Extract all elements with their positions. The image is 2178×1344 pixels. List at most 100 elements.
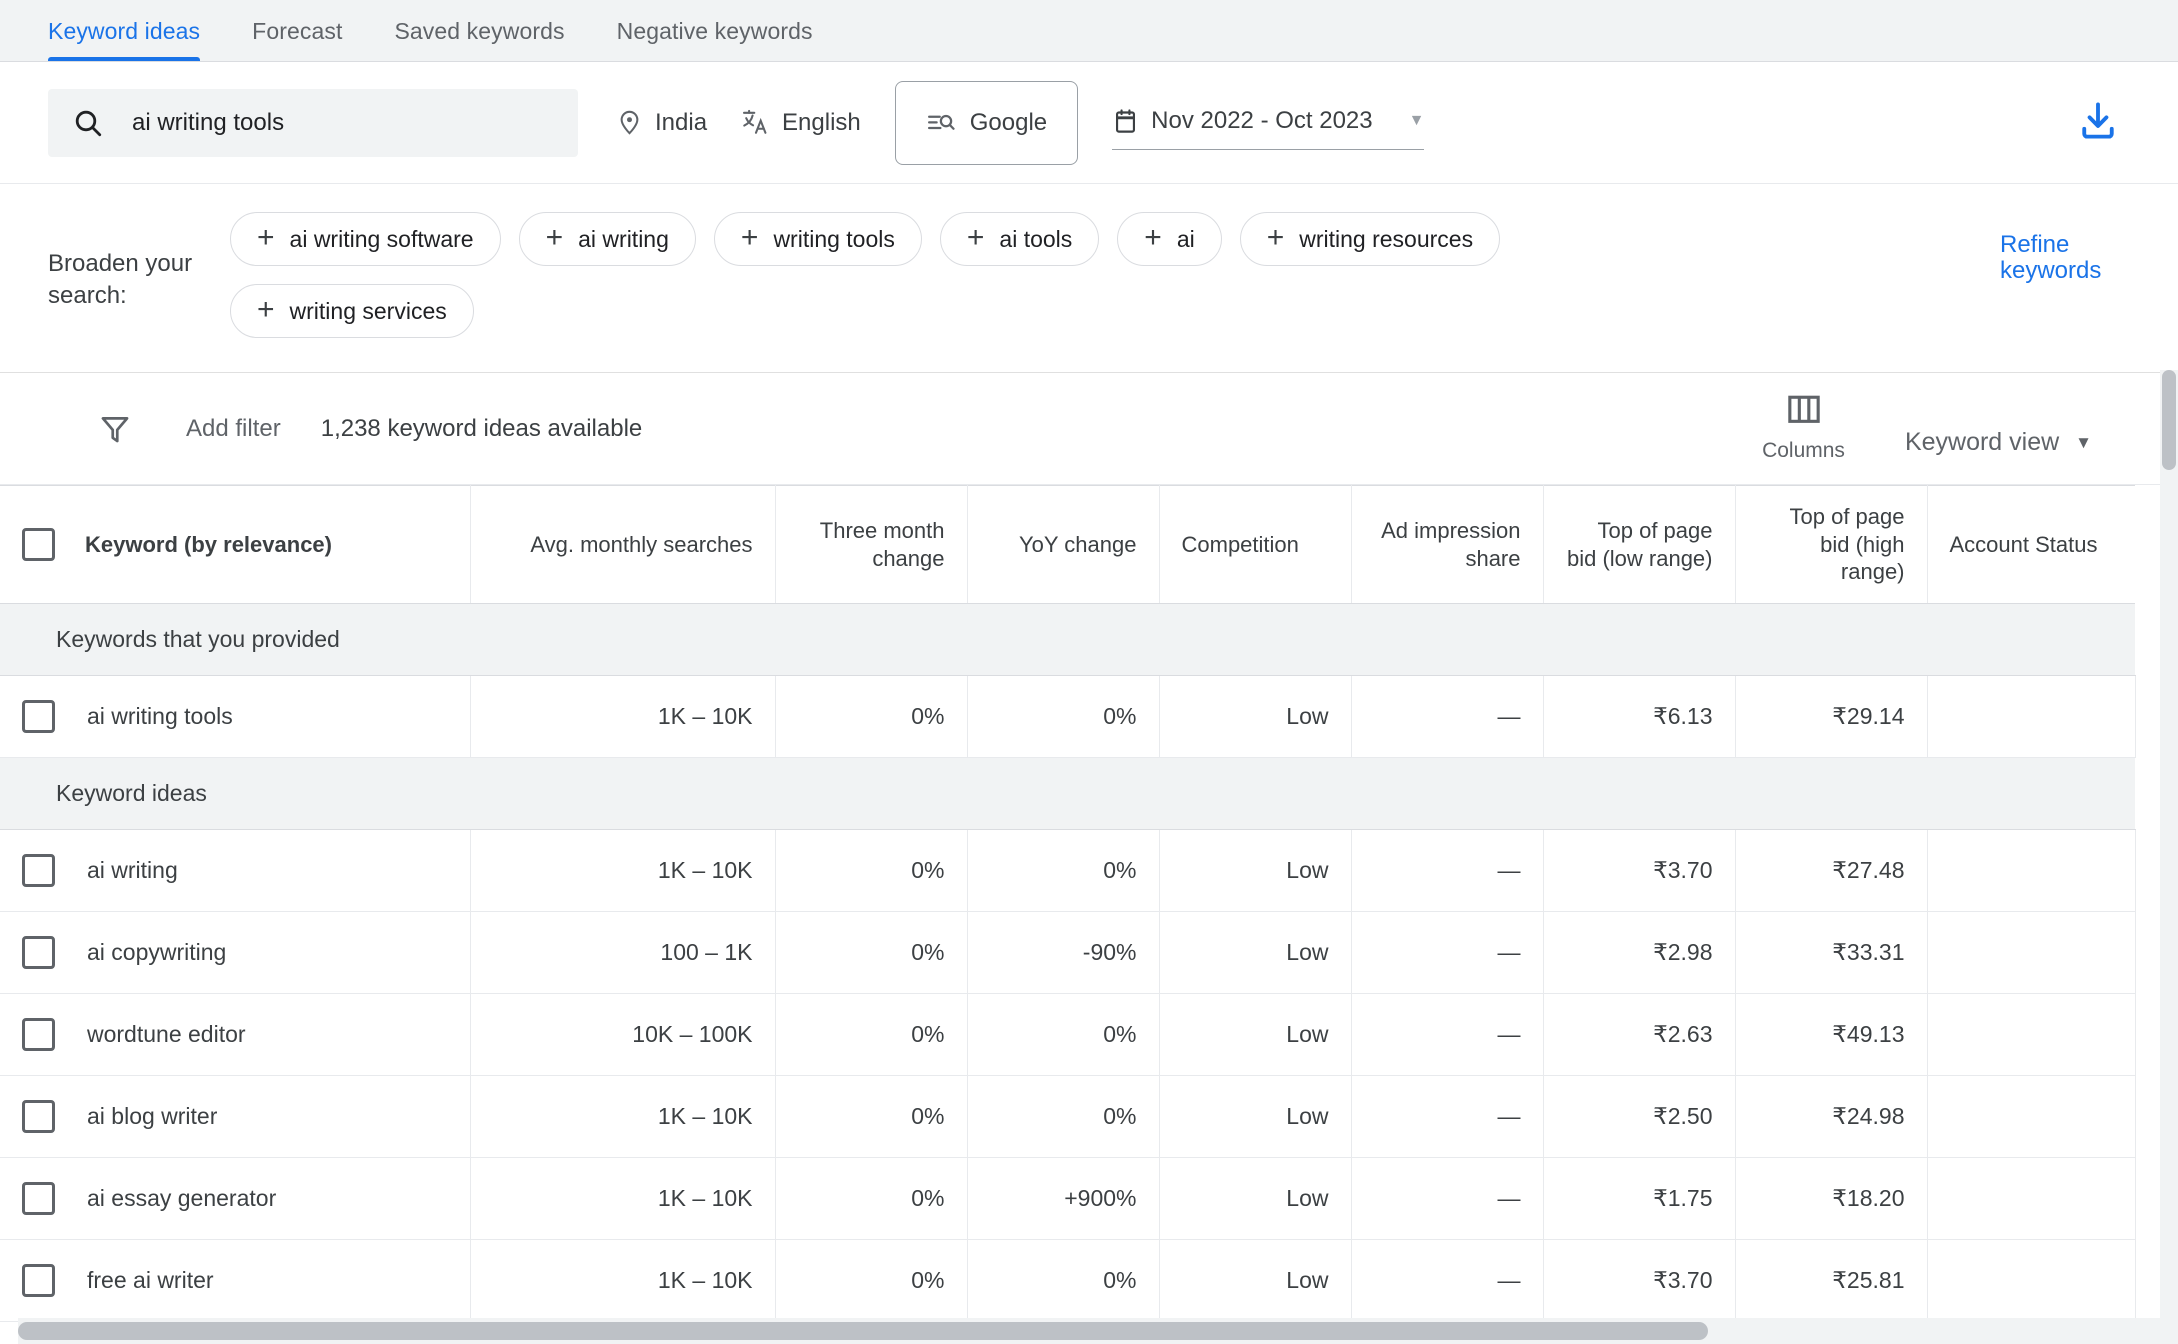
location-label: India [655, 108, 708, 136]
plus-icon: + [257, 220, 275, 254]
table-row[interactable]: free ai writer 1K – 10K 0% 0% Low — ₹3.7… [0, 1239, 2136, 1322]
cell-keyword: ai essay generator [0, 1157, 471, 1240]
tab-keyword-ideas[interactable]: Keyword ideas [48, 0, 201, 62]
cell-yoy-change: 0% [967, 1239, 1160, 1322]
col-avg-monthly-searches[interactable]: Avg. monthly searches [470, 485, 776, 604]
cell-bid-low: ₹2.50 [1543, 1075, 1736, 1158]
keyword-text: ai essay generator [87, 1185, 277, 1211]
keyword-view-label: Keyword view [1904, 428, 2060, 456]
plus-icon: + [740, 220, 759, 254]
cell-competition: Low [1159, 993, 1352, 1076]
cell-ad-impression-share: — [1351, 675, 1544, 758]
horizontal-scrollbar[interactable] [18, 1318, 2160, 1344]
cell-avg-monthly-searches: 1K – 10K [470, 1075, 776, 1158]
table-row[interactable]: ai copywriting 100 – 1K 0% -90% Low — ₹2… [0, 911, 2136, 994]
row-checkbox[interactable] [22, 1182, 55, 1215]
columns-label: Columns [1762, 439, 1845, 462]
toolbar-right-group: Columns Keyword view ▼ [1762, 394, 2130, 463]
vertical-scrollbar-thumb[interactable] [2162, 370, 2176, 470]
add-filter-button[interactable]: Add filter [186, 415, 281, 443]
refine-keywords-link[interactable]: Refine keywords [2000, 231, 2120, 285]
broaden-chip[interactable]: + ai [1117, 212, 1222, 266]
tab-forecast[interactable]: Forecast [252, 0, 342, 62]
cell-keyword: wordtune editor [0, 993, 471, 1076]
row-checkbox[interactable] [22, 936, 55, 969]
chevron-down-icon: ▼ [2075, 432, 2092, 452]
broaden-chip[interactable]: + writing resources [1239, 212, 1501, 266]
cell-yoy-change: 0% [967, 1075, 1160, 1158]
cell-account-status [1927, 1157, 2136, 1240]
col-account-status[interactable]: Account Status [1927, 485, 2135, 604]
broaden-chip[interactable]: + writing tools [713, 212, 922, 266]
network-label: Google [969, 108, 1048, 136]
cell-yoy-change: +900% [967, 1157, 1160, 1240]
keyword-text: ai copywriting [87, 939, 227, 965]
search-field-wrapper[interactable] [48, 88, 578, 157]
broaden-chip-label: ai writing software [289, 225, 474, 252]
cell-ad-impression-share: — [1351, 1239, 1544, 1322]
filter-icon[interactable] [98, 412, 132, 446]
cell-keyword: ai writing tools [0, 675, 471, 758]
col-keyword[interactable]: Keyword (by relevance) [0, 485, 471, 604]
table-row[interactable]: ai writing tools 1K – 10K 0% 0% Low — ₹6… [0, 675, 2136, 758]
location-pin-icon [616, 109, 643, 136]
cell-keyword: ai writing [0, 829, 471, 912]
row-checkbox[interactable] [22, 1100, 55, 1133]
cell-yoy-change: -90% [967, 911, 1160, 994]
network-selector[interactable]: Google [894, 80, 1079, 165]
broaden-chip-label: writing resources [1299, 225, 1474, 252]
chevron-down-icon: ▼ [1408, 112, 1425, 129]
col-keyword-label: Keyword (by relevance) [85, 531, 332, 557]
row-checkbox[interactable] [22, 854, 55, 887]
col-three-month-change[interactable]: Three month change [775, 485, 968, 604]
cell-avg-monthly-searches: 1K – 10K [470, 829, 776, 912]
cell-bid-high: ₹33.31 [1735, 911, 1928, 994]
table-row[interactable]: ai blog writer 1K – 10K 0% 0% Low — ₹2.5… [0, 1075, 2136, 1158]
keyword-table: Keyword (by relevance) Avg. monthly sear… [0, 485, 2136, 1322]
row-checkbox[interactable] [22, 700, 55, 733]
col-bid-high[interactable]: Top of page bid (high range) [1735, 485, 1928, 604]
cell-avg-monthly-searches: 100 – 1K [470, 911, 776, 994]
cell-bid-high: ₹25.81 [1735, 1239, 1928, 1322]
broaden-chip-label: writing tools [773, 225, 895, 252]
keyword-text: ai blog writer [87, 1103, 218, 1129]
cell-competition: Low [1159, 1075, 1352, 1158]
search-input[interactable] [130, 107, 554, 138]
row-checkbox[interactable] [22, 1018, 55, 1051]
language-selector[interactable]: English [741, 108, 861, 137]
row-checkbox[interactable] [22, 1264, 55, 1297]
cell-bid-high: ₹18.20 [1735, 1157, 1928, 1240]
language-label: English [782, 108, 861, 136]
cell-three-month-change: 0% [775, 993, 968, 1076]
broaden-chip[interactable]: + writing services [230, 284, 474, 338]
broaden-chip[interactable]: + ai writing software [230, 212, 501, 266]
tab-saved-keywords[interactable]: Saved keywords [394, 0, 564, 62]
table-row[interactable]: ai essay generator 1K – 10K 0% +900% Low… [0, 1157, 2136, 1240]
tab-negative-keywords[interactable]: Negative keywords [617, 0, 813, 62]
cell-avg-monthly-searches: 1K – 10K [470, 1157, 776, 1240]
table-row[interactable]: wordtune editor 10K – 100K 0% 0% Low — ₹… [0, 993, 2136, 1076]
columns-button[interactable]: Columns [1762, 394, 1845, 463]
vertical-scrollbar[interactable] [2160, 370, 2178, 1344]
date-range-selector[interactable]: Nov 2022 - Oct 2023 ▼ [1112, 96, 1425, 150]
col-competition[interactable]: Competition [1159, 485, 1352, 604]
keyword-table-wrapper: Keyword (by relevance) Avg. monthly sear… [0, 485, 2178, 1322]
col-ad-impression-share[interactable]: Ad impression share [1351, 485, 1544, 604]
keyword-count-text: 1,238 keyword ideas available [320, 414, 643, 442]
plus-icon: + [966, 220, 985, 254]
download-button[interactable] [2076, 98, 2120, 147]
network-search-icon [926, 108, 956, 138]
location-selector[interactable]: India [616, 109, 707, 137]
cell-bid-high: ₹27.48 [1735, 829, 1928, 912]
table-row[interactable]: ai writing 1K – 10K 0% 0% Low — ₹3.70 ₹2… [0, 829, 2136, 912]
col-bid-low[interactable]: Top of page bid (low range) [1543, 485, 1736, 604]
keyword-planner-page: Keyword ideas Forecast Saved keywords Ne… [0, 0, 2178, 1344]
col-yoy-change[interactable]: YoY change [967, 485, 1160, 604]
cell-ad-impression-share: — [1351, 1075, 1544, 1158]
horizontal-scrollbar-thumb[interactable] [18, 1322, 1708, 1340]
keyword-view-selector[interactable]: Keyword view ▼ [1905, 428, 2092, 463]
cell-competition: Low [1159, 829, 1352, 912]
broaden-chip[interactable]: + ai tools [939, 212, 1100, 266]
broaden-chip[interactable]: + ai writing [518, 212, 696, 266]
select-all-checkbox[interactable] [22, 528, 55, 561]
